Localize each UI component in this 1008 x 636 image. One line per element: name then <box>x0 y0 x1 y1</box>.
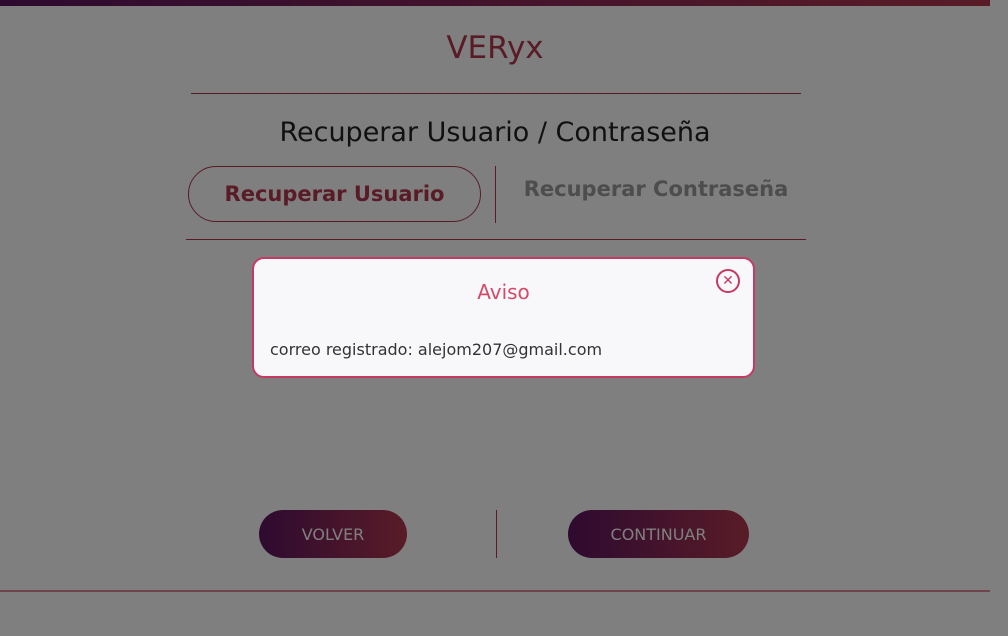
dialog-message: correo registrado: alejom207@gmail.com <box>270 340 603 359</box>
dialog-title: Aviso <box>477 280 530 304</box>
notice-dialog: Aviso ✕ correo registrado: alejom207@gma… <box>252 257 755 378</box>
close-icon[interactable]: ✕ <box>716 269 740 293</box>
